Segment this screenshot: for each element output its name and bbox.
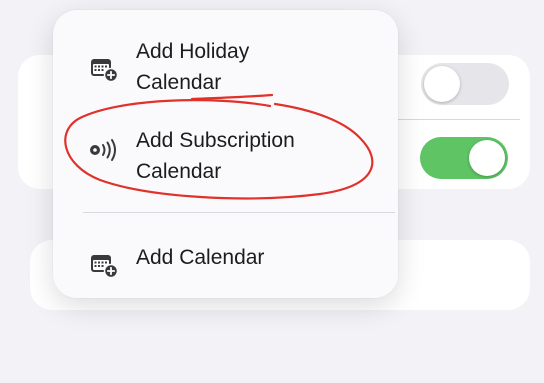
menu-divider <box>83 212 395 213</box>
background-row-divider <box>395 119 520 120</box>
broadcast-icon <box>90 139 116 161</box>
toggle-switch-off[interactable] <box>421 63 509 105</box>
toggle-knob <box>424 66 460 102</box>
toggle-switch-on[interactable] <box>420 137 508 179</box>
add-calendar-menu: Add Holiday Calendar Add Subscription Ca… <box>53 10 398 298</box>
menu-item-label: Add Calendar <box>136 246 265 269</box>
toggle-knob <box>469 140 505 176</box>
menu-item-label: Add Subscription Calendar <box>136 129 295 183</box>
menu-item-add-holiday-calendar[interactable]: Add Holiday Calendar <box>53 30 398 110</box>
screen: Add Holiday Calendar Add Subscription Ca… <box>0 0 544 383</box>
menu-item-add-calendar[interactable]: Add Calendar <box>53 238 398 290</box>
calendar-plus-icon <box>91 255 119 278</box>
menu-item-add-subscription-calendar[interactable]: Add Subscription Calendar <box>53 116 398 196</box>
calendar-plus-icon <box>91 59 119 82</box>
menu-item-label: Add Holiday Calendar <box>136 40 250 94</box>
